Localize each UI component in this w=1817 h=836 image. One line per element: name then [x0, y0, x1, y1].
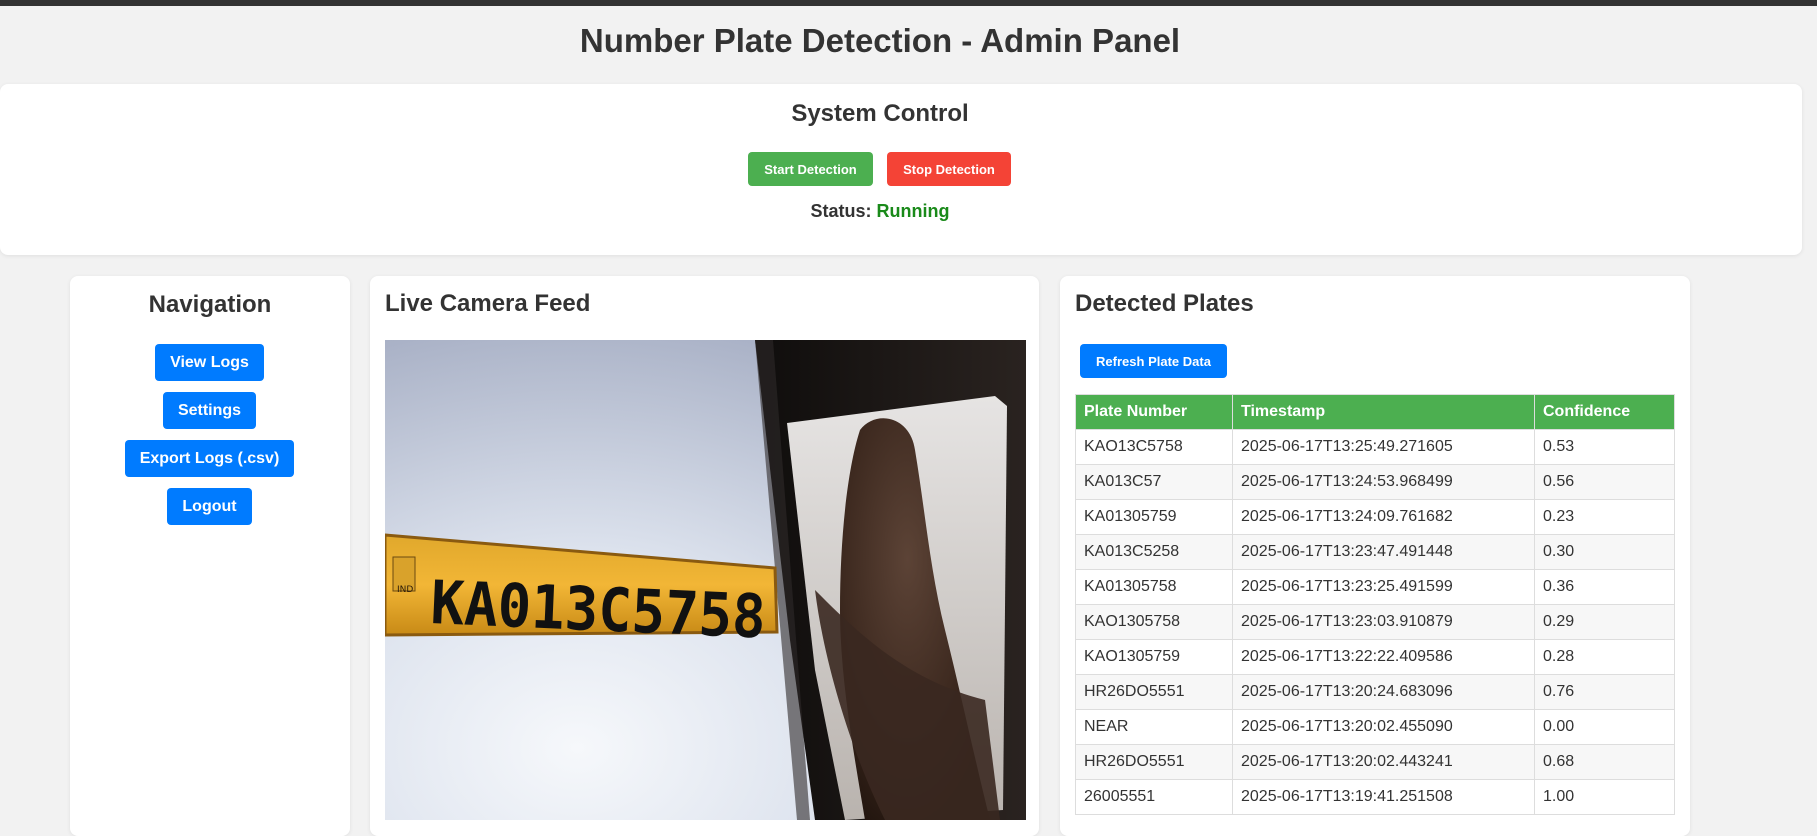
system-control-title: System Control	[791, 100, 969, 127]
timestamp-cell: 2025-06-17T13:23:25.491599	[1232, 569, 1535, 605]
plate-number-cell: KAO13C5758	[1075, 429, 1233, 465]
stop-detection-button[interactable]: Stop Detection	[887, 152, 1011, 186]
camera-feed-image: IND KA013C5758	[385, 340, 1026, 820]
confidence-cell: 0.56	[1534, 464, 1675, 500]
navigation-title: Navigation	[148, 291, 272, 318]
timestamp-cell: 2025-06-17T13:24:53.968499	[1232, 464, 1535, 500]
column-header-plate-number: Plate Number	[1075, 394, 1233, 430]
plate-number-cell: HR26DO5551	[1075, 744, 1233, 780]
confidence-cell: 0.76	[1534, 674, 1675, 710]
timestamp-cell: 2025-06-17T13:20:02.455090	[1232, 709, 1535, 745]
camera-title: Live Camera Feed	[385, 290, 591, 317]
table-header-row: Plate Number Timestamp Confidence	[1075, 394, 1675, 430]
settings-button[interactable]: Settings	[163, 392, 256, 429]
table-row: KAO1305759 2025-06-17T13:22:22.409586 0.28	[1075, 639, 1675, 675]
status-label: Status:	[810, 201, 872, 221]
confidence-cell: 0.36	[1534, 569, 1675, 605]
plate-number-cell: NEAR	[1075, 709, 1233, 745]
start-detection-button[interactable]: Start Detection	[748, 152, 873, 186]
table-row: HR26DO5551 2025-06-17T13:20:24.683096 0.76	[1075, 674, 1675, 710]
confidence-cell: 1.00	[1534, 779, 1675, 815]
plates-table: Plate Number Timestamp Confidence KAO13C…	[1075, 394, 1675, 815]
timestamp-cell: 2025-06-17T13:20:02.443241	[1232, 744, 1535, 780]
timestamp-cell: 2025-06-17T13:20:24.683096	[1232, 674, 1535, 710]
export-logs-button[interactable]: Export Logs (.csv)	[125, 440, 294, 477]
column-header-confidence: Confidence	[1534, 394, 1675, 430]
table-row: HR26DO5551 2025-06-17T13:20:02.443241 0.68	[1075, 744, 1675, 780]
table-row: 26005551 2025-06-17T13:19:41.251508 1.00	[1075, 779, 1675, 815]
plate-small-text: IND	[397, 585, 413, 595]
refresh-plate-data-button[interactable]: Refresh Plate Data	[1080, 344, 1227, 378]
plate-number-cell: KA01305759	[1075, 499, 1233, 535]
table-row: KA01305758 2025-06-17T13:23:25.491599 0.36	[1075, 569, 1675, 605]
confidence-cell: 0.68	[1534, 744, 1675, 780]
timestamp-cell: 2025-06-17T13:19:41.251508	[1232, 779, 1535, 815]
confidence-cell: 0.28	[1534, 639, 1675, 675]
confidence-cell: 0.53	[1534, 429, 1675, 465]
timestamp-cell: 2025-06-17T13:23:03.910879	[1232, 604, 1535, 640]
table-row: KA013C57 2025-06-17T13:24:53.968499 0.56	[1075, 464, 1675, 500]
confidence-cell: 0.29	[1534, 604, 1675, 640]
plate-text: KA013C5758	[429, 568, 767, 653]
confidence-cell: 0.23	[1534, 499, 1675, 535]
table-row: NEAR 2025-06-17T13:20:02.455090 0.00	[1075, 709, 1675, 745]
timestamp-cell: 2025-06-17T13:24:09.761682	[1232, 499, 1535, 535]
timestamp-cell: 2025-06-17T13:23:47.491448	[1232, 534, 1535, 570]
plate-number-cell: KA013C57	[1075, 464, 1233, 500]
confidence-cell: 0.30	[1534, 534, 1675, 570]
table-row: KA013C5258 2025-06-17T13:23:47.491448 0.30	[1075, 534, 1675, 570]
plate-number-cell: KA01305758	[1075, 569, 1233, 605]
plate-number-cell: 26005551	[1075, 779, 1233, 815]
timestamp-cell: 2025-06-17T13:22:22.409586	[1232, 639, 1535, 675]
table-row: KAO1305758 2025-06-17T13:23:03.910879 0.29	[1075, 604, 1675, 640]
table-row: KA01305759 2025-06-17T13:24:09.761682 0.23	[1075, 499, 1675, 535]
confidence-cell: 0.00	[1534, 709, 1675, 745]
column-header-timestamp: Timestamp	[1232, 394, 1535, 430]
plate-number-cell: HR26DO5551	[1075, 674, 1233, 710]
top-bar	[0, 0, 1817, 6]
table-row: KAO13C5758 2025-06-17T13:25:49.271605 0.53	[1075, 429, 1675, 465]
plate-number-cell: KAO1305758	[1075, 604, 1233, 640]
logout-button[interactable]: Logout	[167, 488, 252, 525]
view-logs-button[interactable]: View Logs	[155, 344, 264, 381]
plate-number-cell: KAO1305759	[1075, 639, 1233, 675]
plate-number-cell: KA013C5258	[1075, 534, 1233, 570]
page-title: Number Plate Detection - Admin Panel	[579, 22, 1181, 59]
status-value: Running	[876, 201, 950, 221]
status-line: Status: Running	[0, 201, 1760, 222]
detected-plates-title: Detected Plates	[1075, 290, 1254, 317]
timestamp-cell: 2025-06-17T13:25:49.271605	[1232, 429, 1535, 465]
